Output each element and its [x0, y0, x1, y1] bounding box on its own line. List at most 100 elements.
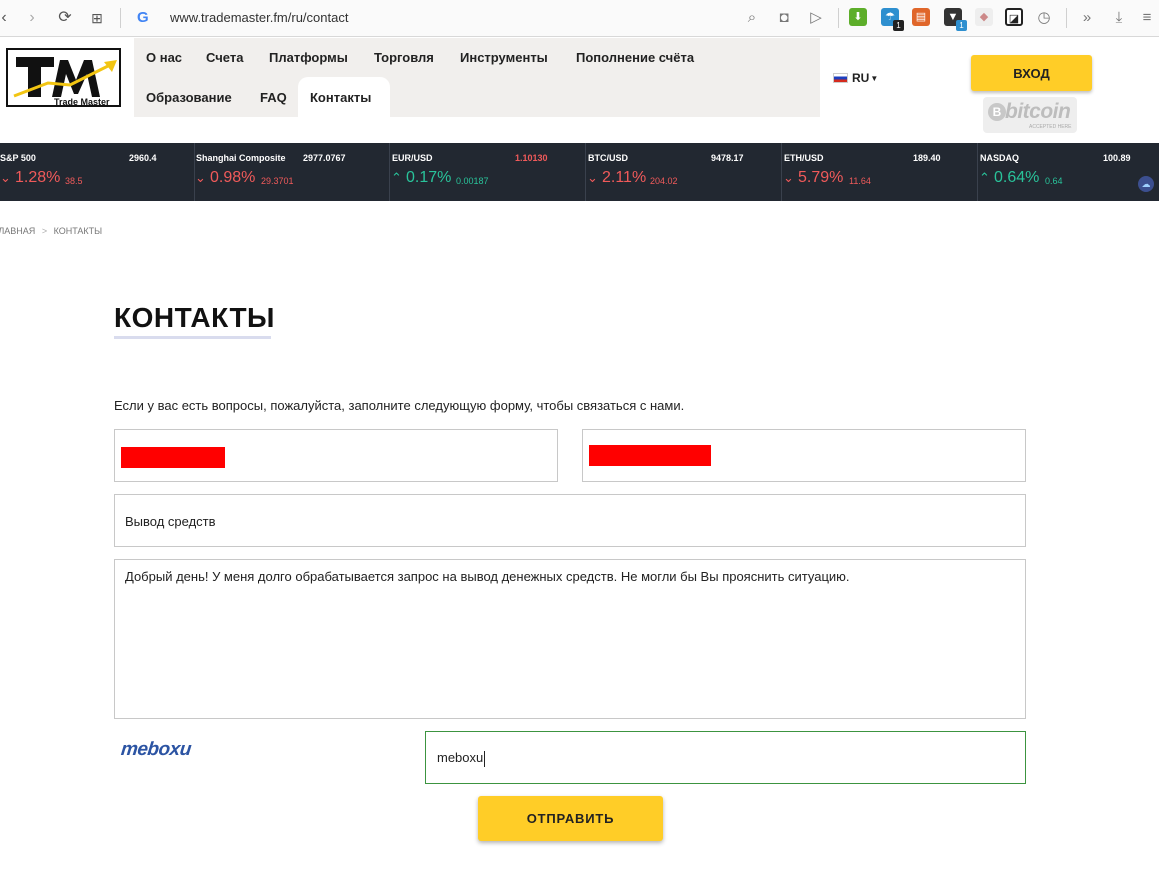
menu-item-platforms[interactable]: Платформы	[269, 50, 348, 65]
captcha-image: meboxu	[119, 739, 193, 760]
ticker-change: 204.02	[650, 176, 678, 186]
reload-icon[interactable]: ⟳	[55, 8, 75, 28]
ticker-price: 1.10130	[515, 153, 548, 163]
chevron-up-icon: ⌃	[979, 170, 990, 185]
forward-icon[interactable]: ›	[22, 8, 42, 28]
download-extension-icon[interactable]: ⬇	[849, 8, 867, 26]
ticker-change: 0.64	[1045, 176, 1063, 186]
logo-wordmark: Trade Master	[54, 97, 110, 107]
menu-item-contacts[interactable]: Контакты	[310, 90, 371, 105]
ticker-item[interactable]: BTC/USD 9478.17 ⌄ 2.11% 204.02	[587, 143, 782, 201]
captcha-input[interactable]: meboxu	[425, 731, 1026, 784]
menu-item-faq[interactable]: FAQ	[260, 90, 287, 105]
browser-toolbar: ‹ › ⟳ ⊞ G www.trademaster.fm/ru/contact …	[0, 0, 1159, 37]
page-title: КОНТАКТЫ	[114, 302, 275, 333]
ticker-name: EUR/USD	[392, 153, 433, 163]
language-selector[interactable]: RU ▼	[833, 71, 878, 85]
market-ticker: S&P 500 2960.4 ⌄ 1.28% 38.5 Shanghai Com…	[0, 143, 1159, 201]
ticker-percent: 0.64%	[994, 169, 1040, 186]
history-icon[interactable]: ◷	[1034, 8, 1054, 28]
ticker-percent: 0.17%	[406, 169, 452, 186]
ticker-percent: 0.98%	[210, 169, 256, 186]
vpn-extension-icon[interactable]: ☂ 1	[881, 8, 904, 31]
ticker-name: BTC/USD	[588, 153, 628, 163]
chevron-up-icon: ⌃	[391, 170, 402, 185]
back-icon[interactable]: ‹	[0, 8, 14, 28]
more-extensions-icon[interactable]: »	[1077, 8, 1097, 28]
menu-item-trading[interactable]: Торговля	[374, 50, 434, 65]
caret-down-icon: ▼	[870, 73, 879, 83]
downloads-icon[interactable]: ⤓	[1109, 8, 1129, 28]
ticker-price: 2960.4	[129, 153, 157, 163]
toolbar-divider	[838, 8, 839, 28]
chevron-down-icon: ⌄	[783, 170, 794, 185]
ticker-change: 0.00187	[456, 176, 489, 186]
chevron-down-icon: ⌄	[0, 170, 11, 185]
ticker-item[interactable]: Shanghai Composite 2977.0767 ⌄ 0.98% 29.…	[195, 143, 390, 201]
google-icon: G	[137, 9, 149, 26]
wallet-extension-icon[interactable]: ▼ 1	[944, 8, 967, 31]
search-icon[interactable]: ⌕	[742, 8, 762, 28]
ticker-change: 11.64	[849, 176, 871, 186]
submit-button[interactable]: ОТПРАВИТЬ	[478, 796, 663, 841]
bitcoin-accepted-badge: B bitcoin ACCEPTED HERE	[983, 97, 1077, 133]
ticker-change: 38.5	[65, 176, 83, 186]
cube-extension-icon[interactable]: ◆	[975, 8, 993, 26]
ticker-percent: 5.79%	[798, 169, 844, 186]
menu-icon[interactable]: ≡	[1137, 8, 1157, 28]
intro-text: Если у вас есть вопросы, пожалуйста, зап…	[114, 398, 685, 413]
chevron-down-icon: ⌄	[587, 170, 598, 185]
ticker-price: 9478.17	[711, 153, 744, 163]
ticker-name: S&P 500	[0, 153, 36, 163]
language-code: RU	[852, 71, 870, 85]
extension-badge: 1	[893, 20, 904, 31]
ticker-price: 100.89	[1103, 153, 1131, 163]
breadcrumb-separator: >	[41, 226, 48, 236]
camera-icon[interactable]: ◘	[774, 8, 794, 28]
bitcoin-icon: B	[988, 103, 1006, 121]
address-bar[interactable]: www.trademaster.fm/ru/contact	[170, 10, 348, 25]
extension-badge: 1	[956, 20, 967, 31]
subject-value: Вывод средств	[125, 514, 216, 529]
cloud-icon[interactable]: ☁	[1138, 176, 1154, 192]
ticker-name: Shanghai Composite	[196, 153, 286, 163]
frame-extension-icon[interactable]: ◪	[1005, 8, 1023, 26]
redaction-block	[121, 447, 225, 468]
captcha-value: meboxu	[437, 750, 484, 765]
breadcrumb-home[interactable]: ГЛАВНАЯ	[0, 226, 35, 236]
ticker-price: 189.40	[913, 153, 941, 163]
menu-item-education[interactable]: Образование	[146, 90, 232, 105]
title-underline	[114, 336, 271, 339]
subject-field[interactable]: Вывод средств	[114, 494, 1026, 547]
send-icon[interactable]: ▷	[806, 8, 826, 28]
ticker-percent: 1.28%	[15, 169, 61, 186]
ticker-percent: 2.11%	[602, 169, 647, 186]
ticker-name: ETH/USD	[784, 153, 824, 163]
russian-flag-icon	[833, 73, 848, 83]
breadcrumb: ГЛАВНАЯ > КОНТАКТЫ	[0, 226, 102, 236]
notes-extension-icon[interactable]: ▤	[912, 8, 930, 26]
speed-dial-icon[interactable]: ⊞	[87, 8, 107, 28]
message-textarea[interactable]: Добрый день! У меня долго обрабатывается…	[114, 559, 1026, 719]
menu-item-deposit[interactable]: Пополнение счёта	[576, 50, 694, 65]
chevron-down-icon: ⌄	[195, 170, 206, 185]
ticker-item[interactable]: NASDAQ 100.89 ⌃ 0.64% 0.64	[979, 143, 1159, 201]
toolbar-divider	[1066, 8, 1067, 28]
ticker-item[interactable]: EUR/USD 1.10130 ⌃ 0.17% 0.00187	[391, 143, 586, 201]
trade-master-logo[interactable]: Trade Master	[6, 48, 121, 107]
breadcrumb-current: КОНТАКТЫ	[53, 226, 103, 236]
text-caret	[484, 750, 486, 767]
ticker-change: 29.3701	[261, 176, 294, 186]
bitcoin-wordmark: bitcoin	[1005, 100, 1071, 123]
message-value: Добрый день! У меня долго обрабатывается…	[125, 569, 850, 584]
menu-item-instruments[interactable]: Инструменты	[460, 50, 548, 65]
ticker-name: NASDAQ	[980, 153, 1020, 163]
ticker-item[interactable]: S&P 500 2960.4 ⌄ 1.28% 38.5	[0, 143, 195, 201]
redaction-block	[589, 445, 711, 466]
toolbar-divider	[120, 8, 121, 28]
ticker-item[interactable]: ETH/USD 189.40 ⌄ 5.79% 11.64	[783, 143, 978, 201]
bitcoin-subtext: ACCEPTED HERE	[1029, 124, 1072, 130]
menu-item-about[interactable]: О нас	[146, 50, 182, 65]
menu-item-accounts[interactable]: Счета	[206, 50, 243, 65]
login-button[interactable]: ВХОД	[971, 55, 1092, 91]
